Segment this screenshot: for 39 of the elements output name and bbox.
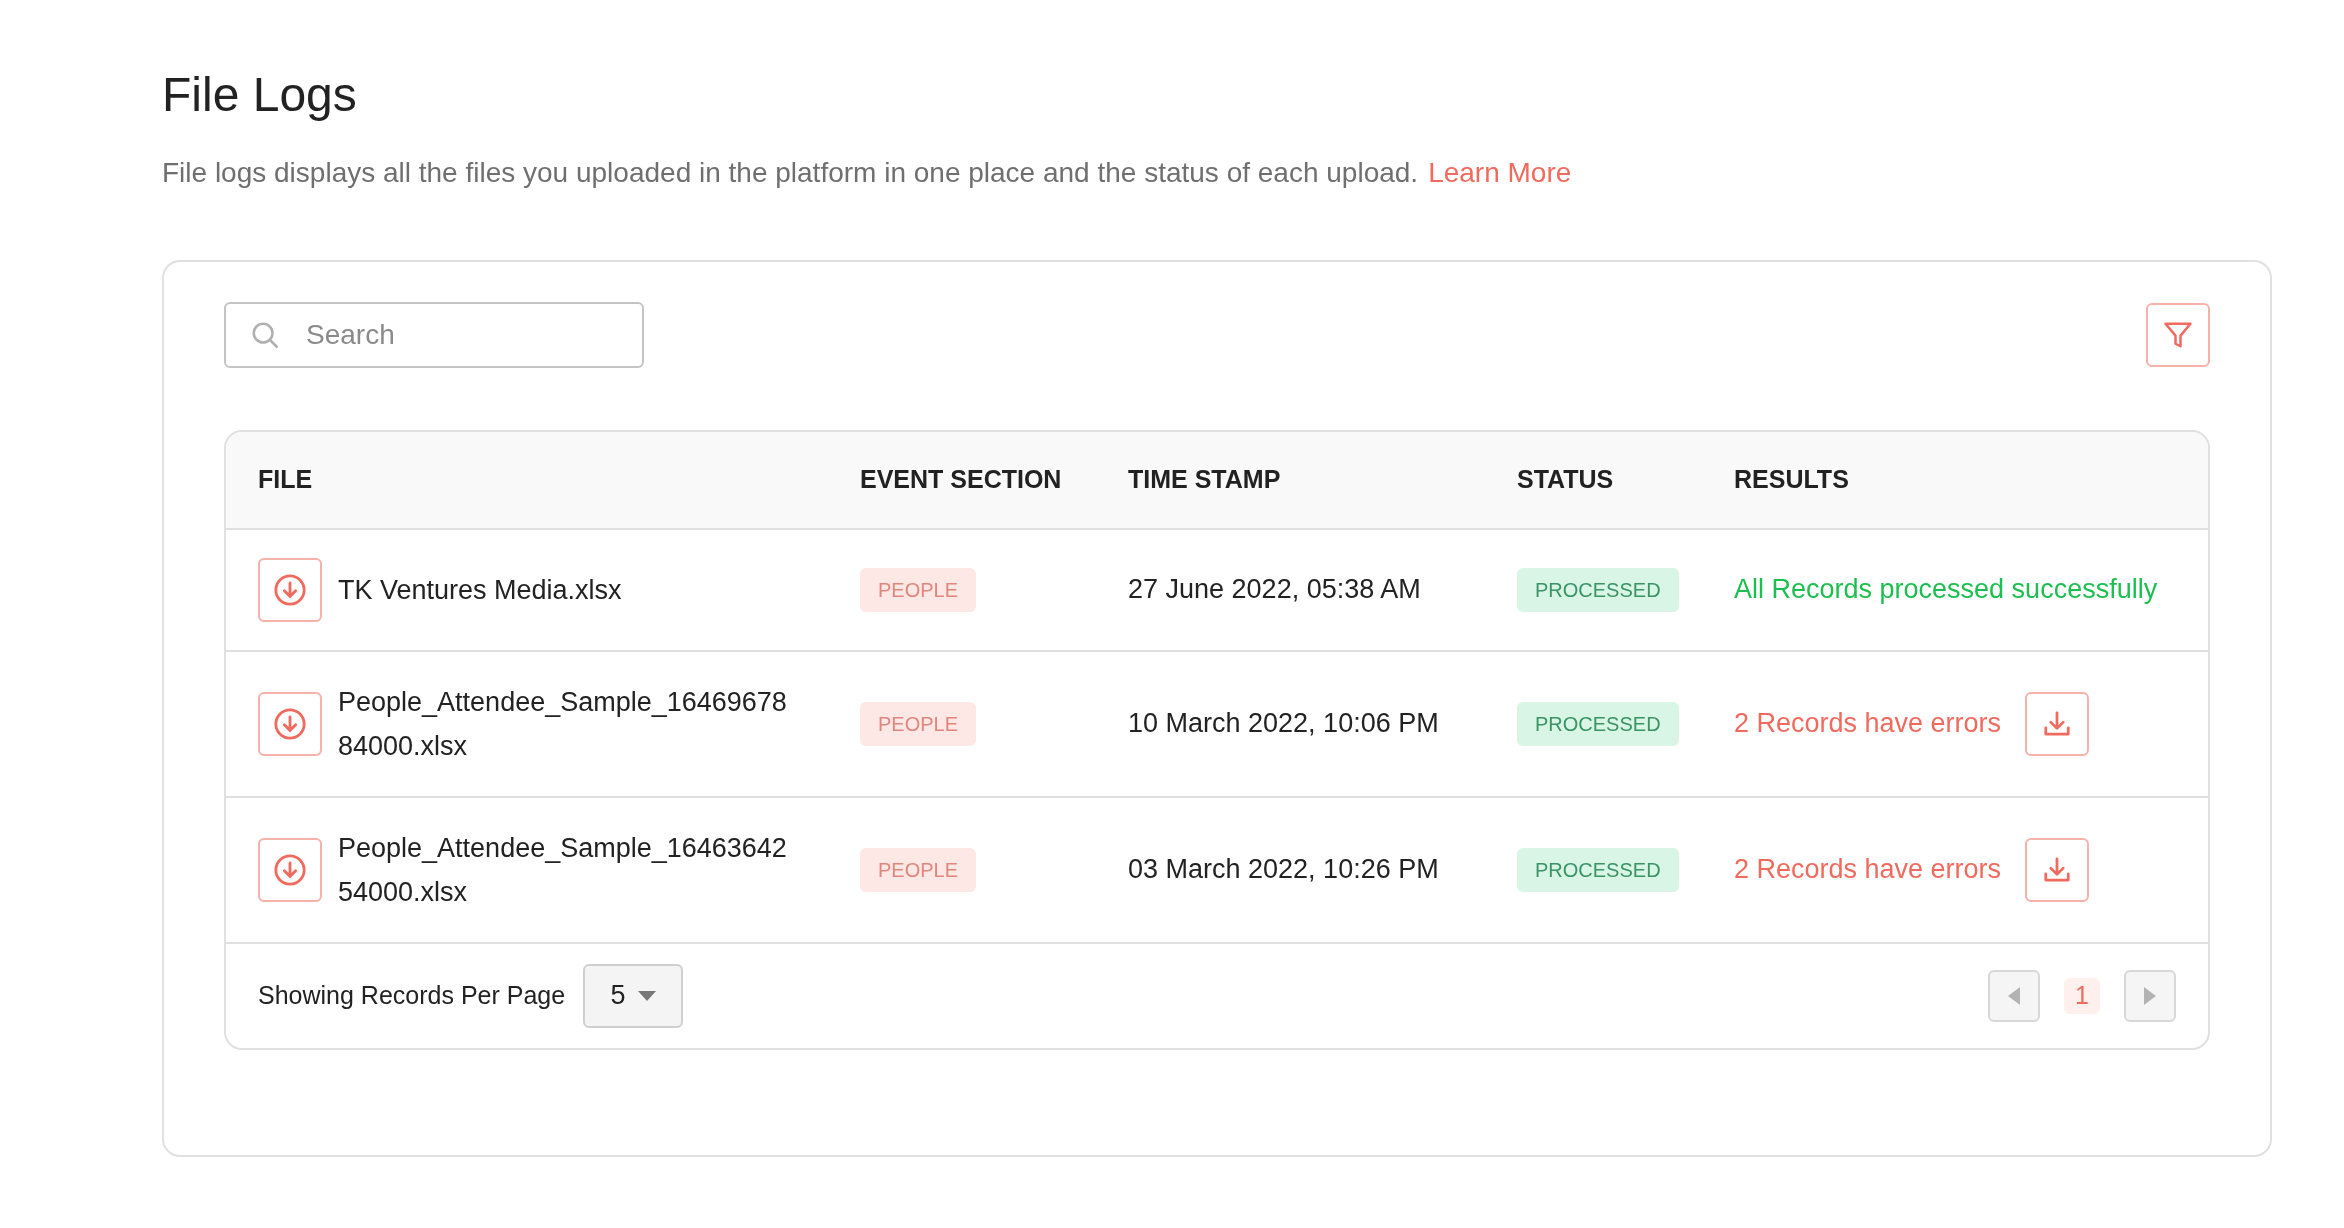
result-text: All Records processed successfully (1734, 573, 2158, 607)
file-name: People_Attendee_Sample_1646967884000.xlsx (338, 685, 788, 763)
column-header: EVENT SECTION (860, 463, 1063, 495)
event-section-tag: PEOPLE (860, 567, 977, 612)
learn-more-link[interactable]: Learn More (1428, 156, 1572, 188)
page-description: File logs displays all the files you uploaded in the platform in one place and the status of each upload. Learn More (162, 155, 1573, 190)
download-icon (273, 572, 307, 607)
download-file-button[interactable] (258, 691, 322, 756)
per-page-label: Showing Records Per Page (258, 979, 566, 1011)
download-icon (273, 852, 307, 887)
caret-left-icon (2008, 986, 2020, 1005)
column-header: STATUS (1517, 463, 1615, 495)
result-text: 2 Records have errors (1734, 853, 2002, 887)
status-tag: PROCESSED (1517, 701, 1679, 746)
caret-down-icon (637, 990, 656, 1001)
filter-button[interactable] (2146, 302, 2210, 367)
event-section-tag: PEOPLE (860, 701, 977, 746)
timestamp-text: 10 March 2022, 10:06 PM (1128, 708, 1439, 739)
per-page-select[interactable]: 5 (583, 963, 684, 1028)
column-header: FILE (258, 463, 314, 495)
caret-right-icon (2144, 986, 2156, 1005)
timestamp-text: 27 June 2022, 05:38 AM (1128, 574, 1421, 605)
download-icon (273, 706, 307, 741)
download-file-button[interactable] (258, 557, 322, 622)
file-name: People_Attendee_Sample_1646364254000.xlsx (338, 831, 788, 909)
download-errors-button[interactable] (2025, 837, 2090, 902)
page-number[interactable]: 1 (2064, 977, 2100, 1014)
column-header: TIME STAMP (1128, 463, 1282, 495)
status-tag: PROCESSED (1517, 567, 1679, 612)
result-text: 2 Records have errors (1734, 707, 2002, 741)
event-section-tag: PEOPLE (860, 847, 977, 892)
file-name: TK Ventures Media.xlsx (338, 573, 622, 607)
column-header: RESULTS (1734, 463, 1850, 495)
page-title: File Logs (162, 67, 358, 123)
status-tag: PROCESSED (1517, 847, 1679, 892)
download-file-button[interactable] (258, 837, 322, 902)
timestamp-text: 03 March 2022, 10:26 PM (1128, 854, 1439, 885)
download-errors-button[interactable] (2025, 691, 2090, 756)
search-field[interactable]: Search (224, 301, 644, 368)
